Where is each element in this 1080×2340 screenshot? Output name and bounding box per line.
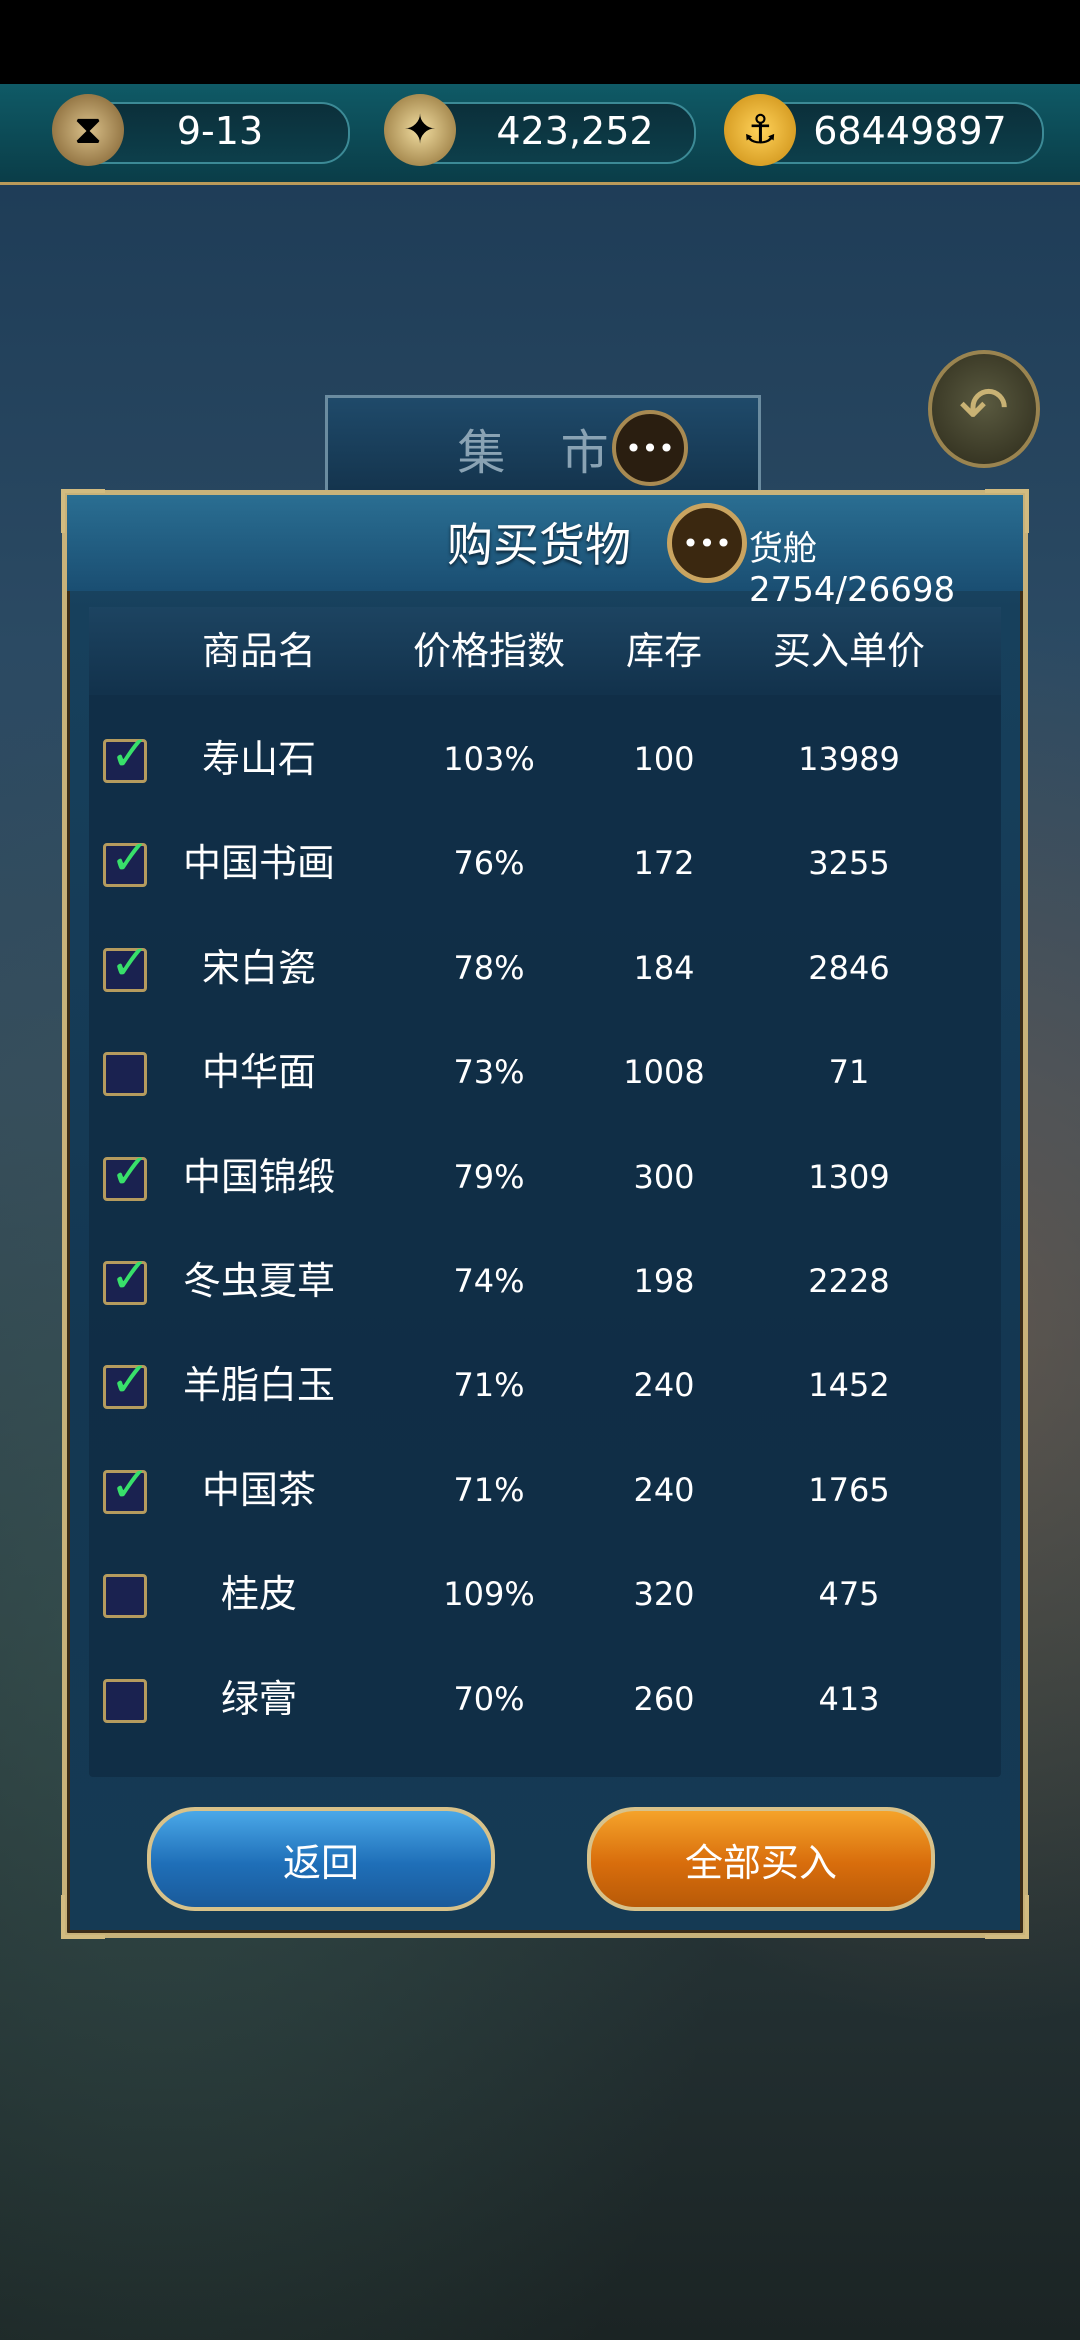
goods-name: 桂皮 <box>220 1572 297 1617</box>
goods-checkbox[interactable]: ✓ <box>103 834 150 888</box>
goods-row[interactable]: ✓ 中国锦缎 79% 300 1309 <box>89 1125 1001 1229</box>
cargo-capacity: 货舱2754/26698 <box>749 529 956 610</box>
goods-checkbox[interactable]: ✓ <box>103 939 150 992</box>
goods-checkbox[interactable]: ✓ <box>103 1252 150 1305</box>
goods-row[interactable]: ✓ 羊脂白玉 71% 240 1452 <box>89 1333 1001 1437</box>
goods-unit-price: 413 <box>818 1679 880 1718</box>
goods-unit-price: 2846 <box>808 948 890 987</box>
frame-corner <box>985 1895 1029 1939</box>
goods-price-index: 71% <box>453 1470 525 1509</box>
goods-stock: 198 <box>633 1262 695 1300</box>
goods-name: 冬虫夏草 <box>182 1259 335 1303</box>
dialog-title: 购买货物 <box>447 518 631 572</box>
undo-arrow-icon[interactable]: ↶ <box>928 350 1040 468</box>
goods-price-index: 103% <box>443 740 535 778</box>
goods-name: 宋白瓷 <box>201 945 316 990</box>
header-stock: 库存 <box>625 629 702 673</box>
resource-bar: ⧗ 9-13 ✦ 423,252 ⚓ 68449897 <box>0 84 1080 185</box>
goods-unit-price: 3255 <box>808 844 890 883</box>
goods-unit-price: 1309 <box>808 1157 890 1196</box>
back-button[interactable]: 返回 <box>147 1807 495 1911</box>
goods-price-index: 71% <box>453 1366 525 1405</box>
goods-checkbox[interactable] <box>103 1574 147 1619</box>
purchase-dialog: 购买货物 ••• 货舱2754/26698 商品名 价格指数 库存 买入单价 ✓… <box>61 489 1029 1939</box>
goods-row[interactable]: 中华面 73% 1008 71 <box>89 1020 1001 1124</box>
goods-stock: 184 <box>633 948 695 987</box>
goods-stock: 172 <box>633 844 695 883</box>
goods-stock: 1008 <box>623 1053 705 1092</box>
goods-unit-price: 2228 <box>808 1262 890 1300</box>
header-price-index: 价格指数 <box>412 629 565 673</box>
header-unit-price: 买入单价 <box>772 629 925 673</box>
gold-value: 68449897 <box>813 109 1007 153</box>
goods-price-index: 79% <box>453 1157 525 1196</box>
goods-price-index: 76% <box>453 844 525 883</box>
checkmark-icon: ✓ <box>110 1456 151 1513</box>
goods-stock: 260 <box>633 1679 695 1718</box>
goods-row[interactable]: ✓ 寿山石 103% 100 13989 <box>89 707 1001 811</box>
status-bar <box>0 0 1080 84</box>
goods-unit-price: 475 <box>818 1575 880 1614</box>
checkmark-icon: ✓ <box>110 1143 151 1200</box>
compass-value: 423,252 <box>496 109 654 153</box>
checkmark-icon: ✓ <box>110 726 151 782</box>
goods-unit-price: 1452 <box>808 1366 890 1405</box>
goods-row[interactable]: ✓ 中国茶 71% 240 1765 <box>89 1438 1001 1542</box>
checkmark-icon: ✓ <box>110 1248 151 1304</box>
table-header: 商品名 价格指数 库存 买入单价 <box>89 607 1001 695</box>
goods-checkbox[interactable] <box>103 1052 147 1097</box>
frame-corner <box>985 489 1029 533</box>
goods-row[interactable]: 绿膏 70% 260 413 <box>89 1647 1001 1751</box>
goods-checkbox[interactable] <box>103 1678 147 1723</box>
goods-stock: 300 <box>633 1157 695 1196</box>
goods-unit-price: 13989 <box>798 740 900 778</box>
frame-corner <box>61 489 105 533</box>
goods-row[interactable]: ✓ 冬虫夏草 74% 198 2228 <box>89 1229 1001 1333</box>
buy-all-button[interactable]: 全部买入 <box>587 1807 935 1911</box>
goods-stock: 240 <box>633 1470 695 1509</box>
goods-unit-price: 1765 <box>808 1470 890 1509</box>
compass-icon: ✦ <box>384 94 456 166</box>
goods-stock: 100 <box>633 740 695 778</box>
goods-row[interactable]: 桂皮 109% 320 475 <box>89 1542 1001 1646</box>
chat-bubble-icon[interactable]: ••• <box>612 410 688 486</box>
goods-price-index: 70% <box>453 1679 525 1718</box>
goods-stock: 240 <box>633 1366 695 1405</box>
goods-unit-price: 71 <box>828 1053 870 1092</box>
goods-price-index: 109% <box>443 1575 535 1614</box>
goods-name: 绿膏 <box>220 1676 297 1721</box>
goods-stock: 320 <box>633 1575 695 1614</box>
hourglass-icon: ⧗ <box>52 94 124 166</box>
goods-checkbox[interactable]: ✓ <box>103 1148 150 1201</box>
goods-checkbox[interactable]: ✓ <box>103 730 150 783</box>
goods-price-index: 78% <box>453 948 525 987</box>
goods-row[interactable]: ✓ 中国书画 76% 172 3255 <box>89 811 1001 915</box>
goods-table: 商品名 价格指数 库存 买入单价 ✓ 寿山石 103% 100 13989 ✓ 中国书画 76… <box>89 607 1001 1777</box>
goods-checkbox[interactable]: ✓ <box>103 1356 150 1410</box>
gold-coin-icon: ⚓ <box>724 94 796 166</box>
checkmark-icon: ✓ <box>110 830 151 887</box>
date-value: 9-13 <box>176 109 264 153</box>
goods-price-index: 73% <box>453 1053 525 1092</box>
goods-name: 中华面 <box>201 1050 316 1095</box>
chat-bubble-icon[interactable]: ••• <box>667 503 747 583</box>
goods-row[interactable]: ✓ 宋白瓷 78% 184 2846 <box>89 916 1001 1020</box>
goods-name: 中国锦缎 <box>182 1154 335 1199</box>
goods-price-index: 74% <box>453 1262 525 1300</box>
frame-corner <box>61 1895 105 1939</box>
goods-checkbox[interactable]: ✓ <box>103 1461 150 1514</box>
checkmark-icon: ✓ <box>110 934 151 991</box>
goods-name: 中国茶 <box>201 1467 316 1512</box>
checkmark-icon: ✓ <box>110 1352 151 1409</box>
header-name: 商品名 <box>201 629 316 673</box>
goods-name: 寿山石 <box>201 737 316 781</box>
goods-name: 中国书画 <box>182 841 335 886</box>
goods-name: 羊脂白玉 <box>182 1363 335 1408</box>
